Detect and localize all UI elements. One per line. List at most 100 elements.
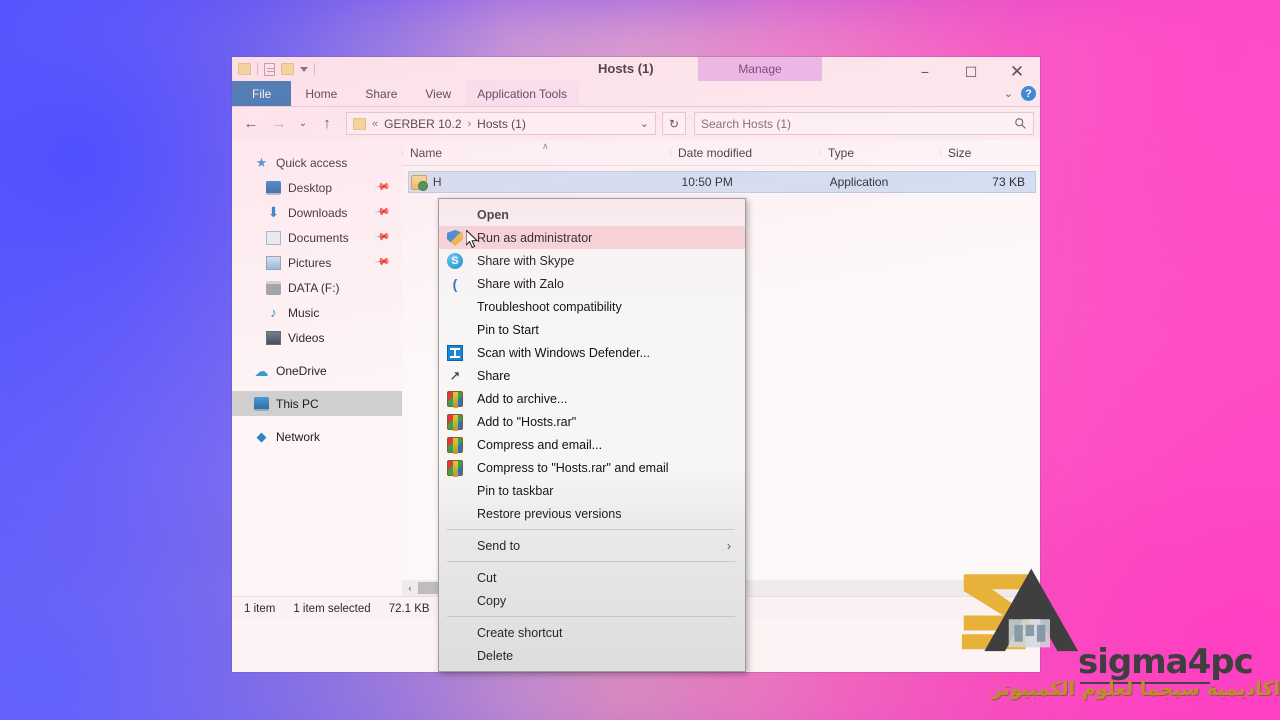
- menu-item-label: Share with Skype: [477, 253, 575, 268]
- menu-separator: [447, 529, 735, 530]
- tab-application-tools[interactable]: Application Tools: [465, 81, 580, 106]
- tab-share[interactable]: Share: [351, 81, 411, 106]
- column-header-name[interactable]: Name: [402, 146, 670, 160]
- sidebar-item-quick-access[interactable]: ★ Quick access: [232, 150, 402, 175]
- zalo-icon: (: [452, 276, 458, 292]
- properties-icon[interactable]: [264, 62, 275, 76]
- pin-icon[interactable]: 📌: [373, 179, 390, 195]
- pin-icon[interactable]: 📌: [373, 229, 390, 245]
- new-folder-icon[interactable]: [281, 63, 294, 75]
- mouse-cursor: [466, 230, 479, 249]
- menu-item-label: Cut: [477, 570, 497, 585]
- sidebar-item-downloads[interactable]: ⬇ Downloads 📌: [232, 200, 402, 225]
- window-title: Hosts (1): [598, 61, 654, 76]
- menu-item-add-to-archive[interactable]: Add to archive...: [439, 387, 745, 410]
- column-header-date-modified[interactable]: Date modified: [670, 146, 820, 160]
- sidebar-item-this-pc[interactable]: This PC: [232, 391, 402, 416]
- address-breadcrumb-field[interactable]: « GERBER 10.2 › Hosts (1) ⌄: [346, 112, 656, 135]
- menu-item-delete[interactable]: Delete: [439, 644, 745, 667]
- chevron-down-icon-ribbon[interactable]: ⌄: [1004, 87, 1013, 100]
- chevron-down-icon-address[interactable]: ⌄: [640, 117, 649, 130]
- file-type-cell: Application: [829, 175, 889, 189]
- sidebar-item-desktop[interactable]: Desktop 📌: [232, 175, 402, 200]
- winrar-icon: [447, 460, 463, 477]
- sidebar-item-label: Desktop: [288, 180, 333, 195]
- chevron-right-icon: ›: [727, 538, 731, 553]
- menu-item-scan-with-windows-defender[interactable]: Scan with Windows Defender...: [439, 341, 745, 364]
- sort-indicator-icon: ∧: [542, 141, 549, 151]
- recent-locations-button[interactable]: ⌄: [294, 112, 312, 136]
- menu-item-label: Compress to "Hosts.rar" and email: [477, 460, 669, 475]
- menu-item-label: Pin to Start: [477, 322, 539, 337]
- tab-home[interactable]: Home: [291, 81, 351, 106]
- menu-item-run-as-administrator[interactable]: Run as administrator: [439, 226, 745, 249]
- menu-item-cut[interactable]: Cut: [439, 566, 745, 589]
- pin-icon[interactable]: 📌: [373, 254, 390, 270]
- music-icon: ♪: [270, 304, 277, 320]
- refresh-button[interactable]: ↻: [662, 112, 686, 135]
- contextual-tab-group-manage[interactable]: Manage: [698, 57, 822, 81]
- menu-item-label: Delete: [477, 648, 514, 663]
- menu-item-share[interactable]: ↗ Share: [439, 364, 745, 387]
- menu-item-label: Troubleshoot compatibility: [477, 299, 622, 314]
- tab-view[interactable]: View: [411, 81, 465, 106]
- help-icon[interactable]: ?: [1021, 86, 1036, 101]
- breadcrumb-item-0[interactable]: GERBER 10.2: [384, 117, 461, 131]
- pictures-icon: [266, 255, 281, 270]
- pin-icon[interactable]: 📌: [373, 204, 390, 220]
- menu-item-pin-to-start[interactable]: Pin to Start: [439, 318, 745, 341]
- breadcrumb-overflow-icon[interactable]: «: [372, 118, 378, 130]
- breadcrumb-item-1[interactable]: Hosts (1): [477, 117, 526, 131]
- sidebar-item-documents[interactable]: Documents 📌: [232, 225, 402, 250]
- folder-icon[interactable]: [238, 63, 251, 75]
- menu-item-troubleshoot-compatibility[interactable]: Troubleshoot compatibility: [439, 295, 745, 318]
- document-icon: [266, 230, 281, 245]
- forward-button[interactable]: →: [266, 112, 292, 136]
- column-header-size[interactable]: Size: [940, 146, 1030, 160]
- up-button[interactable]: ↑: [314, 112, 340, 136]
- sidebar-item-label: Videos: [288, 330, 325, 345]
- file-name-cell: H: [432, 175, 442, 189]
- menu-item-share-with-zalo[interactable]: ( Share with Zalo: [439, 272, 745, 295]
- menu-item-send-to[interactable]: Send to ›: [439, 534, 745, 557]
- sidebar-item-network[interactable]: ◆ Network: [232, 424, 402, 449]
- sidebar-item-onedrive[interactable]: ☁ OneDrive: [232, 358, 402, 383]
- menu-item-share-with-skype[interactable]: Share with Skype: [439, 249, 745, 272]
- tab-file[interactable]: File: [232, 81, 292, 106]
- menu-item-label: Open: [477, 207, 509, 222]
- menu-item-copy[interactable]: Copy: [439, 589, 745, 612]
- menu-item-restore-previous-versions[interactable]: Restore previous versions: [439, 502, 745, 525]
- column-header-type[interactable]: Type: [820, 146, 940, 160]
- share-icon: ↗: [449, 368, 461, 383]
- search-input[interactable]: Search Hosts (1): [694, 112, 1034, 135]
- table-row[interactable]: H 10:50 PM Application 73 KB: [408, 171, 1036, 193]
- sidebar-item-label: Downloads: [288, 205, 348, 220]
- menu-item-create-shortcut[interactable]: Create shortcut: [439, 621, 745, 644]
- back-button[interactable]: ←: [238, 112, 264, 136]
- menu-item-add-to-hosts-rar[interactable]: Add to "Hosts.rar": [439, 410, 745, 433]
- screenshot-stage: Manage Hosts (1) − ☐ ✕ File Home Share V…: [0, 0, 1280, 720]
- sidebar-item-music[interactable]: ♪ Music: [232, 300, 402, 325]
- winrar-icon: [447, 437, 463, 454]
- context-menu: Open Run as administrator Share with Sky…: [438, 198, 746, 672]
- scroll-left-arrow-icon[interactable]: ‹: [402, 583, 418, 593]
- sidebar-item-label: OneDrive: [276, 363, 327, 378]
- menu-item-pin-to-taskbar[interactable]: Pin to taskbar: [439, 479, 745, 502]
- navigation-pane: ★ Quick access Desktop 📌 ⬇ Downloads 📌 D…: [232, 140, 402, 596]
- sidebar-item-pictures[interactable]: Pictures 📌: [232, 250, 402, 275]
- sidebar-item-data-f[interactable]: DATA (F:): [232, 275, 402, 300]
- menu-item-label: Compress and email...: [477, 437, 603, 452]
- menu-separator: [447, 561, 735, 562]
- menu-item-rename[interactable]: Rename: [439, 667, 745, 671]
- search-icon[interactable]: [1014, 117, 1027, 130]
- cloud-icon: ☁: [254, 362, 269, 379]
- menu-item-label: Send to: [477, 538, 521, 553]
- menu-item-compress-and-email[interactable]: Compress and email...: [439, 433, 745, 456]
- arabic-tagline: اكاديمية سيجما لعلوم الكمبيوتر: [991, 678, 1280, 700]
- menu-item-compress-to-hosts-rar-and-email[interactable]: Compress to "Hosts.rar" and email: [439, 456, 745, 479]
- chevron-down-icon[interactable]: [300, 66, 308, 72]
- download-icon: ⬇: [267, 203, 280, 220]
- menu-item-open[interactable]: Open: [439, 203, 745, 226]
- sidebar-item-label: Quick access: [276, 155, 348, 170]
- sidebar-item-videos[interactable]: Videos: [232, 325, 402, 350]
